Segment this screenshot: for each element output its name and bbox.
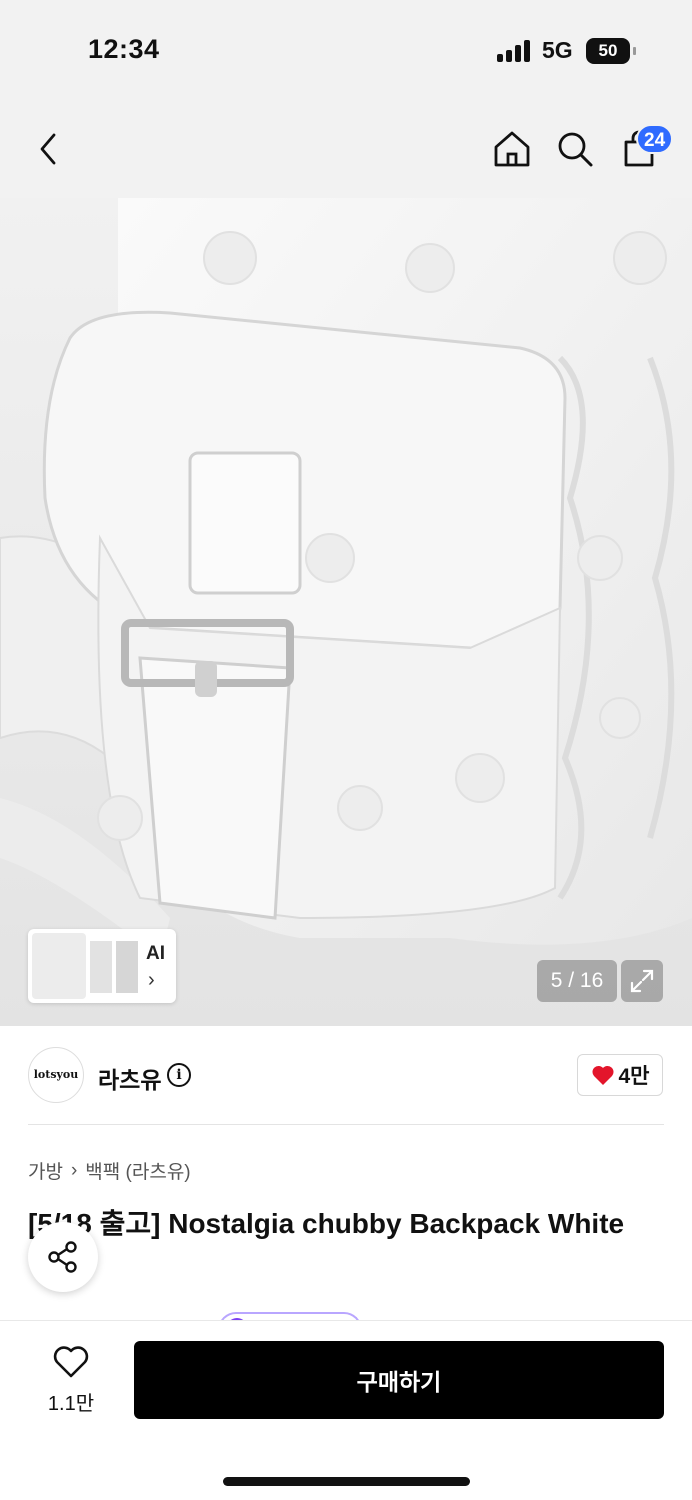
- share-button[interactable]: [28, 1222, 98, 1292]
- product-image[interactable]: [0, 198, 692, 1026]
- chevron-left-icon: [40, 133, 56, 165]
- brand-name[interactable]: 라츠유: [98, 1061, 161, 1095]
- brand-like-button[interactable]: 4만: [577, 1054, 663, 1096]
- cart-badge: 24: [636, 124, 674, 154]
- breadcrumb: 가방 › 백팩 (라츠유): [28, 1157, 191, 1184]
- network-type: 5G: [542, 37, 573, 63]
- expand-button[interactable]: [621, 960, 663, 1002]
- search-icon: [558, 132, 593, 167]
- battery-icon: 50: [586, 38, 636, 64]
- product-title: [5/18 출고] Nostalgia chubby Backpack Whit…: [28, 1208, 625, 1239]
- breadcrumb-separator: ›: [70, 1159, 78, 1181]
- buy-button[interactable]: 구매하기: [134, 1341, 664, 1419]
- chevron-right-icon: ›: [148, 969, 155, 991]
- top-nav: [0, 100, 692, 198]
- thumbnail-image: [32, 933, 86, 999]
- info-icon[interactable]: i: [167, 1063, 191, 1087]
- heart-outline-icon: [53, 1346, 89, 1378]
- wishlist-count: 1.1만: [47, 1393, 95, 1415]
- ai-label: AI: [146, 943, 165, 964]
- image-counter: 5 / 16: [537, 960, 617, 1002]
- breadcrumb-category[interactable]: 가방: [28, 1157, 63, 1184]
- status-bar: 12:34 5G 50: [0, 0, 692, 100]
- expand-icon: [630, 969, 654, 993]
- home-indicator: [223, 1477, 470, 1486]
- thumbnail-image: [90, 941, 112, 993]
- status-time: 12:34: [88, 34, 160, 64]
- home-icon: [494, 131, 530, 167]
- ai-similar-button[interactable]: AI ›: [28, 929, 176, 1003]
- brand-like-count: 4만: [618, 1065, 650, 1088]
- breadcrumb-subcategory[interactable]: 백팩 (라츠유): [85, 1157, 190, 1184]
- heart-filled-icon: [591, 1065, 614, 1085]
- home-button[interactable]: [489, 126, 535, 172]
- divider: [28, 1124, 664, 1125]
- wishlist-button[interactable]: 1.1만: [36, 1346, 106, 1416]
- search-button[interactable]: [552, 126, 598, 172]
- share-icon: [48, 1241, 77, 1273]
- backpack-photo: [0, 198, 692, 1026]
- brand-logo[interactable]: lotsyou: [28, 1047, 84, 1103]
- back-button[interactable]: [26, 126, 72, 172]
- signal-icon: [497, 40, 533, 62]
- thumbnail-image: [116, 941, 138, 993]
